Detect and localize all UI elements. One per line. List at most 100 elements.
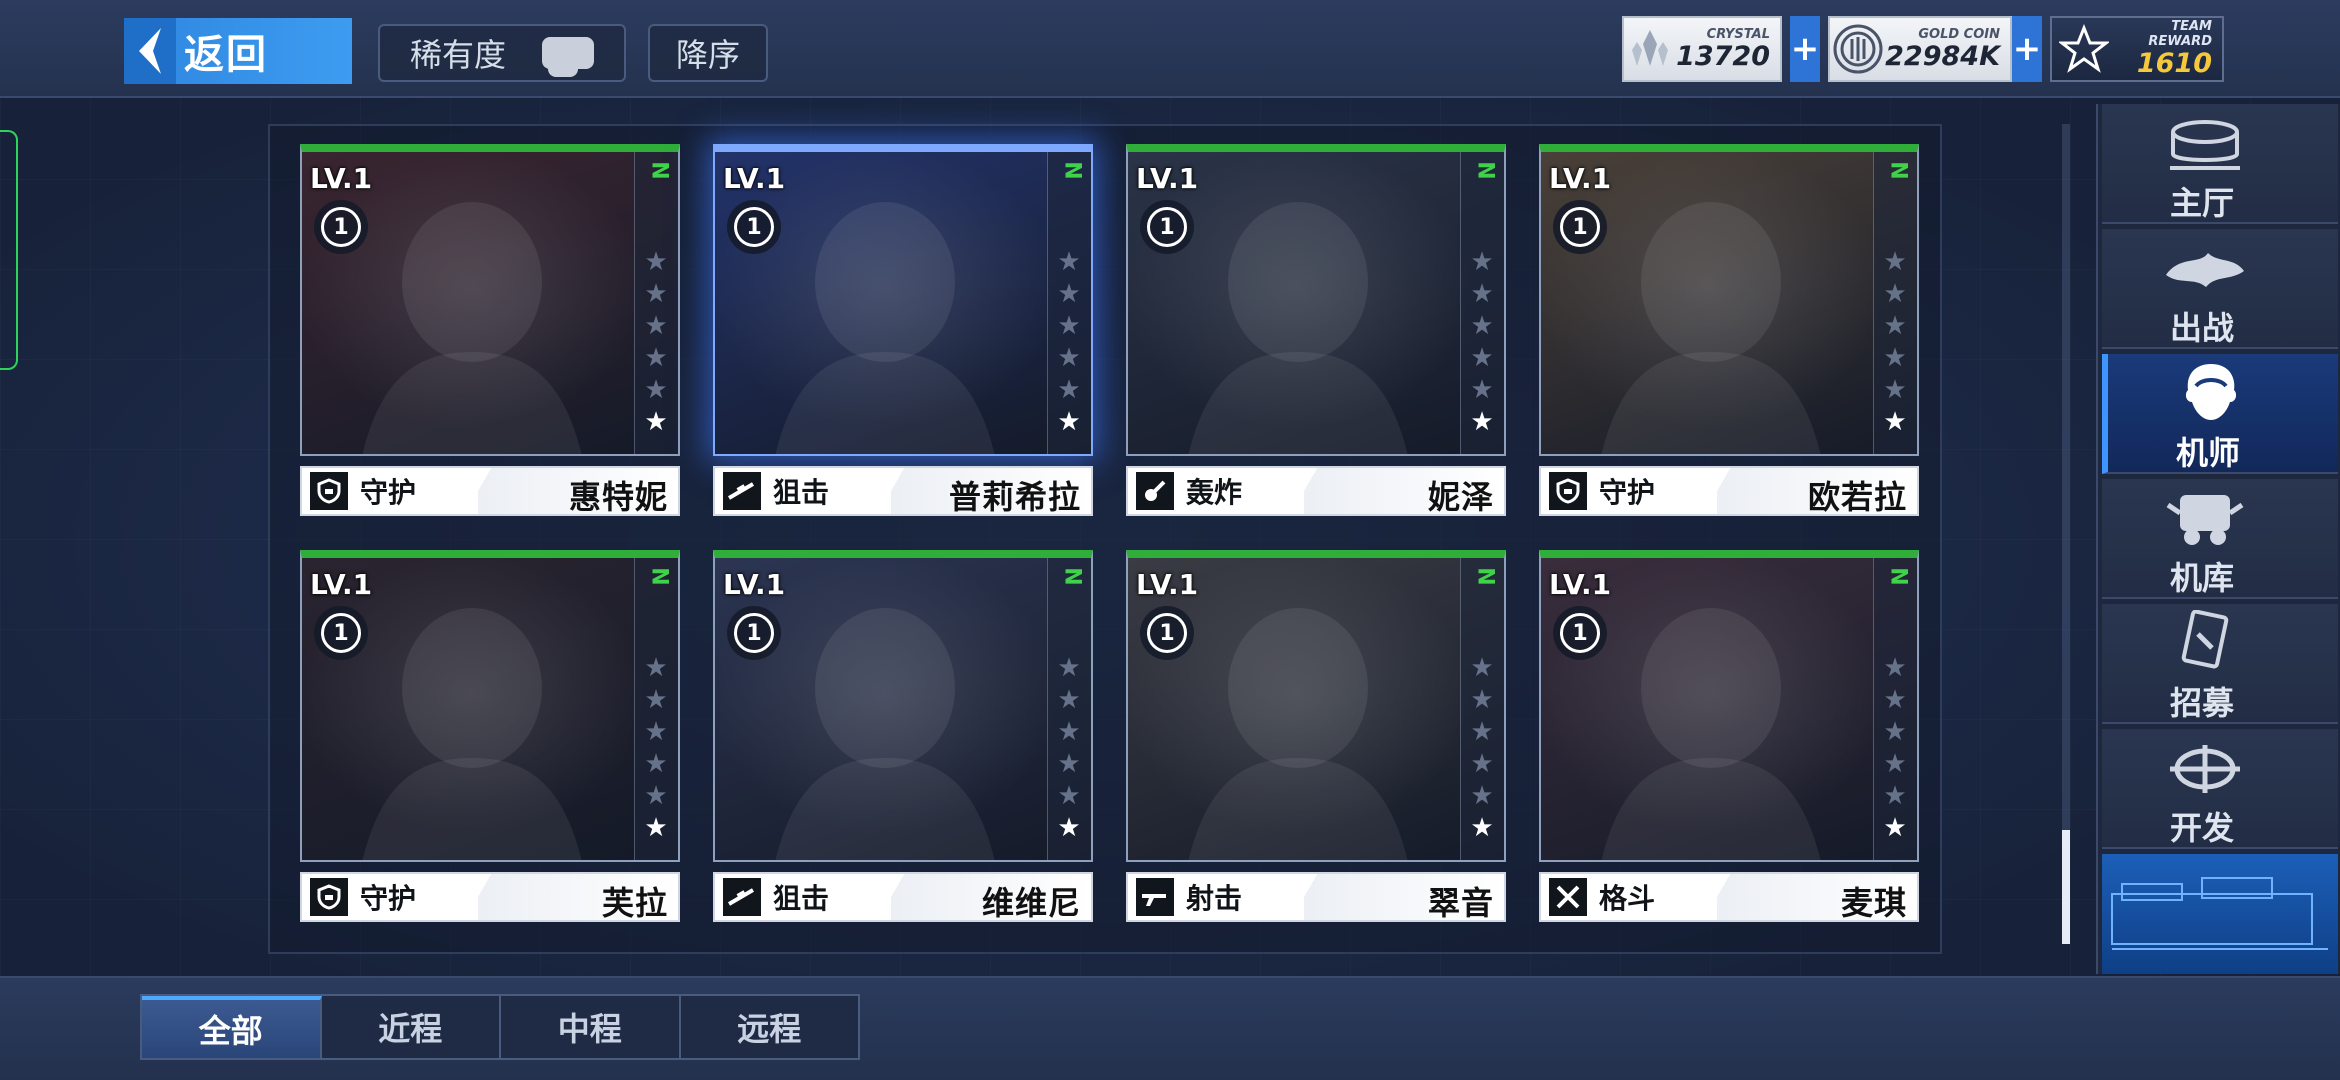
role-label: 轰炸: [1186, 476, 1243, 509]
rank-badge: 1: [1553, 606, 1607, 660]
add-gold-button[interactable]: +: [2012, 16, 2042, 82]
rank-badge: 1: [314, 606, 368, 660]
star-icon: ★: [644, 311, 668, 341]
bottom-bar: 全部 近程 中程 远程: [0, 976, 2340, 1080]
scrollbar-track[interactable]: [2062, 124, 2070, 944]
range-filter-tabs: 全部 近程 中程 远程: [140, 994, 860, 1060]
pilot-card[interactable]: N ★ ★ ★ ★ ★ ★ LV.1 1 守护 惠特妮: [300, 144, 680, 516]
grade-label: N: [1885, 567, 1911, 586]
nav-item-hall[interactable]: 主厅: [2102, 104, 2338, 224]
nav-item-hangar[interactable]: 机库: [2102, 479, 2338, 599]
star-rating: ★ ★ ★ ★ ★ ★: [1881, 654, 1909, 842]
team-reward-caption: TEAM REWARD: [2148, 19, 2212, 49]
sniper-rifle-icon: [723, 472, 761, 510]
rank-badge: 1: [1140, 200, 1194, 254]
order-label: 降序: [675, 36, 740, 74]
nav-label: 招募: [2169, 684, 2234, 722]
portrait-frame: N ★ ★ ★ ★ ★ ★ LV.1 1: [300, 144, 680, 456]
star-rating: ★ ★ ★ ★ ★ ★: [1055, 654, 1083, 842]
star-rating: ★ ★ ★ ★ ★ ★: [1881, 248, 1909, 436]
rank-badge: 1: [314, 200, 368, 254]
pilot-card[interactable]: N ★ ★ ★ ★ ★ ★ LV.1 1 轰炸 妮泽: [1126, 144, 1506, 516]
star-icon: ★: [1883, 375, 1907, 405]
pilot-card[interactable]: N ★ ★ ★ ★ ★ ★ LV.1 1 射击 翠音: [1126, 550, 1506, 922]
portrait-frame: N ★ ★ ★ ★ ★ ★ LV.1 1: [1126, 550, 1506, 862]
portrait-frame: N ★ ★ ★ ★ ★ ★ LV.1 1: [1126, 144, 1506, 456]
pilot-card[interactable]: N ★ ★ ★ ★ ★ ★ LV.1 1 守护 欧若拉: [1539, 144, 1919, 516]
star-icon: ★: [1470, 407, 1494, 437]
role-label: 守护: [360, 476, 417, 509]
rank-number: 1: [1147, 207, 1187, 247]
portrait-frame: N ★ ★ ★ ★ ★ ★ LV.1 1: [713, 144, 1093, 456]
rank-number: 1: [321, 207, 361, 247]
edge-handle[interactable]: [0, 130, 18, 370]
star-icon: ★: [1883, 749, 1907, 779]
pilot-card[interactable]: N ★ ★ ★ ★ ★ ★ LV.1 1 狙击 普莉希拉: [713, 144, 1093, 516]
star-rating: ★ ★ ★ ★ ★ ★: [642, 654, 670, 842]
star-icon: ★: [1470, 375, 1494, 405]
star-icon: ★: [644, 685, 668, 715]
crossed-swords-icon: [1549, 878, 1587, 916]
star-icon: ★: [1057, 311, 1081, 341]
level-label: LV.1: [310, 162, 373, 195]
top-bar: 返回 稀有度 降序 CRYSTAL 13720 + GOLD COIN 2298…: [0, 0, 2340, 98]
tab-0[interactable]: 全部: [142, 996, 322, 1058]
nav-item-develop[interactable]: 开发: [2102, 729, 2338, 849]
star-icon: ★: [644, 375, 668, 405]
star-icon: ★: [1057, 279, 1081, 309]
role-label: 狙击: [773, 882, 830, 915]
pilot-card[interactable]: N ★ ★ ★ ★ ★ ★ LV.1 1 格斗 麦琪: [1539, 550, 1919, 922]
order-button[interactable]: 降序: [648, 24, 768, 82]
star-rating: ★ ★ ★ ★ ★ ★: [1468, 654, 1496, 842]
nav-item-pilot[interactable]: 机师: [2102, 354, 2338, 474]
rank-badge: 1: [1553, 200, 1607, 254]
role-tag: 狙击: [715, 874, 911, 920]
level-label: LV.1: [310, 568, 373, 601]
pilot-card[interactable]: N ★ ★ ★ ★ ★ ★ LV.1 1 狙击 维维尼: [713, 550, 1093, 922]
grade-label: N: [1472, 567, 1498, 586]
scrollbar-thumb[interactable]: [2062, 830, 2070, 944]
rarity-label: 稀有度: [409, 36, 506, 74]
star-icon: ★: [1470, 749, 1494, 779]
base-map-thumbnail[interactable]: [2102, 854, 2338, 974]
nav-item-sortie[interactable]: 出战: [2102, 229, 2338, 349]
tab-2[interactable]: 中程: [501, 996, 681, 1058]
crystal-icon: [1624, 19, 1676, 79]
star-icon: ★: [1470, 279, 1494, 309]
nav-label: 机库: [2169, 559, 2234, 597]
star-icon: ★: [1883, 343, 1907, 373]
star-icon: ★: [644, 343, 668, 373]
rank-badge: 1: [727, 606, 781, 660]
develop-icon: [2160, 735, 2250, 801]
nav-item-recruit[interactable]: 招募: [2102, 604, 2338, 724]
pilot-portrait: [1128, 152, 1504, 454]
grade-label: N: [1059, 567, 1085, 586]
add-crystal-button[interactable]: +: [1790, 16, 1820, 82]
tab-3[interactable]: 远程: [681, 996, 859, 1058]
pilot-name: 普莉希拉: [948, 478, 1081, 516]
pilot-card[interactable]: N ★ ★ ★ ★ ★ ★ LV.1 1 守护 芙拉: [300, 550, 680, 922]
star-rating: ★ ★ ★ ★ ★ ★: [642, 248, 670, 436]
star-icon: ★: [644, 653, 668, 683]
crystal-value: 13720: [1676, 40, 1770, 72]
sortie-icon: [2160, 235, 2250, 301]
star-badge-icon: [2052, 19, 2116, 79]
rifle-icon: [1136, 878, 1174, 916]
star-icon: ★: [644, 407, 668, 437]
star-icon: ★: [644, 781, 668, 811]
team-reward-value: 1610: [2136, 48, 2212, 79]
pilot-info-bar: 守护 惠特妮: [300, 466, 680, 516]
hall-icon: [2160, 110, 2250, 176]
gold-resource: GOLD COIN 22984K: [1828, 16, 2012, 82]
pilot-portrait: [1128, 558, 1504, 860]
pilot-name: 妮泽: [1427, 478, 1494, 516]
star-icon: ★: [1470, 813, 1494, 843]
star-icon: ★: [1883, 407, 1907, 437]
star-icon: ★: [644, 813, 668, 843]
star-icon: ★: [1883, 813, 1907, 843]
rarity-sort-button[interactable]: 稀有度: [378, 24, 626, 82]
tab-1[interactable]: 近程: [322, 996, 501, 1058]
sniper-rifle-icon: [723, 878, 761, 916]
back-button[interactable]: 返回: [124, 18, 352, 84]
nav-label: 开发: [2169, 809, 2234, 847]
